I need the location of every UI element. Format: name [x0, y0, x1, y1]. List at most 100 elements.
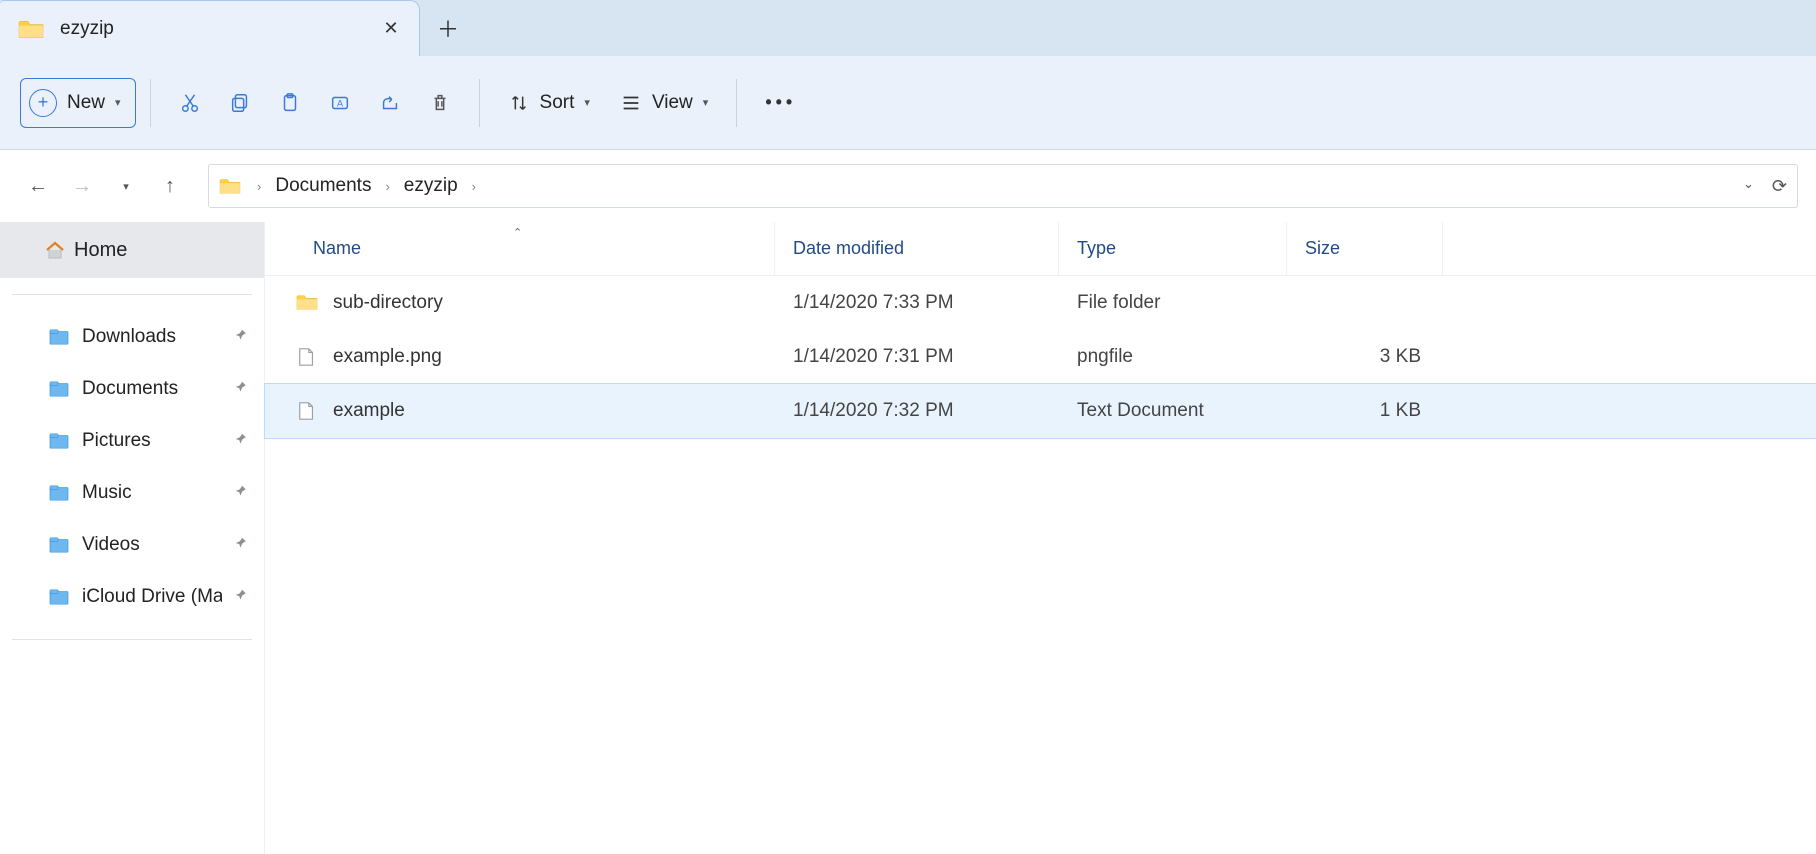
- rename-icon: A: [329, 92, 351, 114]
- chevron-right-icon: ›: [381, 179, 393, 194]
- sidebar-item[interactable]: Videos: [0, 519, 264, 571]
- file-row[interactable]: sub-directory 1/14/2020 7:33 PM File fol…: [265, 276, 1816, 330]
- pin-icon[interactable]: [234, 432, 248, 450]
- forward-button[interactable]: →: [62, 166, 102, 206]
- column-header-type[interactable]: Type: [1059, 222, 1287, 275]
- file-date: 1/14/2020 7:31 PM: [775, 346, 1059, 368]
- file-name: sub-directory: [333, 292, 443, 314]
- file-name: example.png: [333, 346, 442, 368]
- rename-button[interactable]: A: [315, 78, 365, 128]
- pin-icon[interactable]: [234, 536, 248, 554]
- chevron-down-icon: ▾: [703, 96, 709, 109]
- pin-icon[interactable]: [234, 380, 248, 398]
- tab-title: ezyzip: [60, 18, 381, 40]
- up-button[interactable]: ↑: [150, 166, 190, 206]
- sidebar-item[interactable]: iCloud Drive (Ma: [0, 571, 264, 623]
- copy-button[interactable]: [215, 78, 265, 128]
- sidebar-item[interactable]: Documents: [0, 363, 264, 415]
- nav-row: ← → ▾ ↑ › Documents › ezyzip › ⌄ ⟳: [0, 150, 1816, 222]
- pin-icon[interactable]: [234, 588, 248, 606]
- breadcrumb-documents[interactable]: Documents: [271, 175, 375, 197]
- paste-icon: [279, 92, 301, 114]
- column-header-date[interactable]: Date modified: [775, 222, 1059, 275]
- folder-icon: [48, 432, 70, 450]
- tab-ezyzip[interactable]: ezyzip ✕: [0, 0, 420, 56]
- chevron-down-icon[interactable]: ⌄: [1743, 176, 1754, 197]
- sidebar-item-label: Downloads: [82, 326, 222, 348]
- file-type: Text Document: [1059, 400, 1287, 422]
- sort-label: Sort: [540, 92, 575, 114]
- sidebar-item-label: Documents: [82, 378, 222, 400]
- more-button[interactable]: •••: [751, 78, 810, 128]
- view-label: View: [652, 92, 693, 114]
- new-button[interactable]: + New ▾: [20, 78, 136, 128]
- breadcrumb-bar[interactable]: › Documents › ezyzip › ⌄ ⟳: [208, 164, 1798, 208]
- sidebar-item-label: Videos: [82, 534, 222, 556]
- folder-icon: [295, 292, 319, 314]
- sort-button[interactable]: Sort ▾: [494, 78, 604, 128]
- folder-icon: [48, 328, 70, 346]
- file-icon: [295, 400, 319, 422]
- view-icon: [620, 92, 642, 114]
- sidebar-item[interactable]: Downloads: [0, 311, 264, 363]
- file-icon: [295, 346, 319, 368]
- pin-icon[interactable]: [234, 484, 248, 502]
- tab-bar: ezyzip ✕ ＋: [0, 0, 1816, 56]
- folder-icon: [18, 18, 44, 40]
- delete-button[interactable]: [415, 78, 465, 128]
- file-pane: Name ⌃ Date modified Type Size sub-direc…: [265, 222, 1816, 854]
- toolbar-divider: [150, 79, 151, 127]
- sidebar-item-label: Music: [82, 482, 222, 504]
- sidebar-home[interactable]: Home: [0, 222, 264, 278]
- share-button[interactable]: [365, 78, 415, 128]
- cut-icon: [179, 92, 201, 114]
- file-size: 3 KB: [1287, 346, 1443, 368]
- sort-caret-icon: ⌃: [513, 226, 522, 239]
- file-row[interactable]: example 1/14/2020 7:32 PM Text Document …: [265, 384, 1816, 438]
- toolbar-divider: [479, 79, 480, 127]
- sidebar-item-label: Pictures: [82, 430, 222, 452]
- breadcrumb-ezyzip[interactable]: ezyzip: [400, 175, 462, 197]
- folder-icon: [48, 484, 70, 502]
- share-icon: [379, 92, 401, 114]
- toolbar-divider: [736, 79, 737, 127]
- sidebar: Home Downloads Documents Pictures Music …: [0, 222, 265, 854]
- more-icon: •••: [765, 92, 796, 113]
- sidebar-item[interactable]: Pictures: [0, 415, 264, 467]
- folder-icon: [48, 588, 70, 606]
- recent-locations-button[interactable]: ▾: [106, 166, 146, 206]
- sidebar-separator: [12, 639, 252, 640]
- file-type: pngfile: [1059, 346, 1287, 368]
- pin-icon[interactable]: [234, 328, 248, 346]
- file-row[interactable]: example.png 1/14/2020 7:31 PM pngfile 3 …: [265, 330, 1816, 384]
- cut-button[interactable]: [165, 78, 215, 128]
- file-size: 1 KB: [1287, 400, 1443, 422]
- plus-circle-icon: +: [29, 89, 57, 117]
- view-button[interactable]: View ▾: [606, 78, 722, 128]
- sidebar-item[interactable]: Music: [0, 467, 264, 519]
- sort-icon: [508, 92, 530, 114]
- sidebar-item-label: iCloud Drive (Ma: [82, 586, 222, 608]
- sidebar-separator: [12, 294, 252, 295]
- command-bar: + New ▾ A Sort ▾ View ▾ •••: [0, 56, 1816, 150]
- folder-icon: [219, 177, 241, 195]
- paste-button[interactable]: [265, 78, 315, 128]
- column-header-size[interactable]: Size: [1287, 222, 1443, 275]
- new-tab-button[interactable]: ＋: [420, 0, 476, 56]
- svg-text:A: A: [336, 98, 343, 108]
- new-button-label: New: [67, 92, 105, 114]
- chevron-down-icon: ▾: [584, 96, 590, 109]
- file-date: 1/14/2020 7:32 PM: [775, 400, 1059, 422]
- chevron-down-icon: ▾: [115, 96, 121, 109]
- column-header-name[interactable]: Name ⌃: [265, 222, 775, 275]
- file-name: example: [333, 400, 405, 422]
- close-tab-icon[interactable]: ✕: [381, 18, 401, 39]
- file-date: 1/14/2020 7:33 PM: [775, 292, 1059, 314]
- copy-icon: [229, 92, 251, 114]
- file-type: File folder: [1059, 292, 1287, 314]
- back-button[interactable]: ←: [18, 166, 58, 206]
- folder-icon: [48, 380, 70, 398]
- refresh-button[interactable]: ⟳: [1772, 176, 1787, 197]
- sidebar-home-label: Home: [74, 239, 127, 262]
- file-list-header: Name ⌃ Date modified Type Size: [265, 222, 1816, 276]
